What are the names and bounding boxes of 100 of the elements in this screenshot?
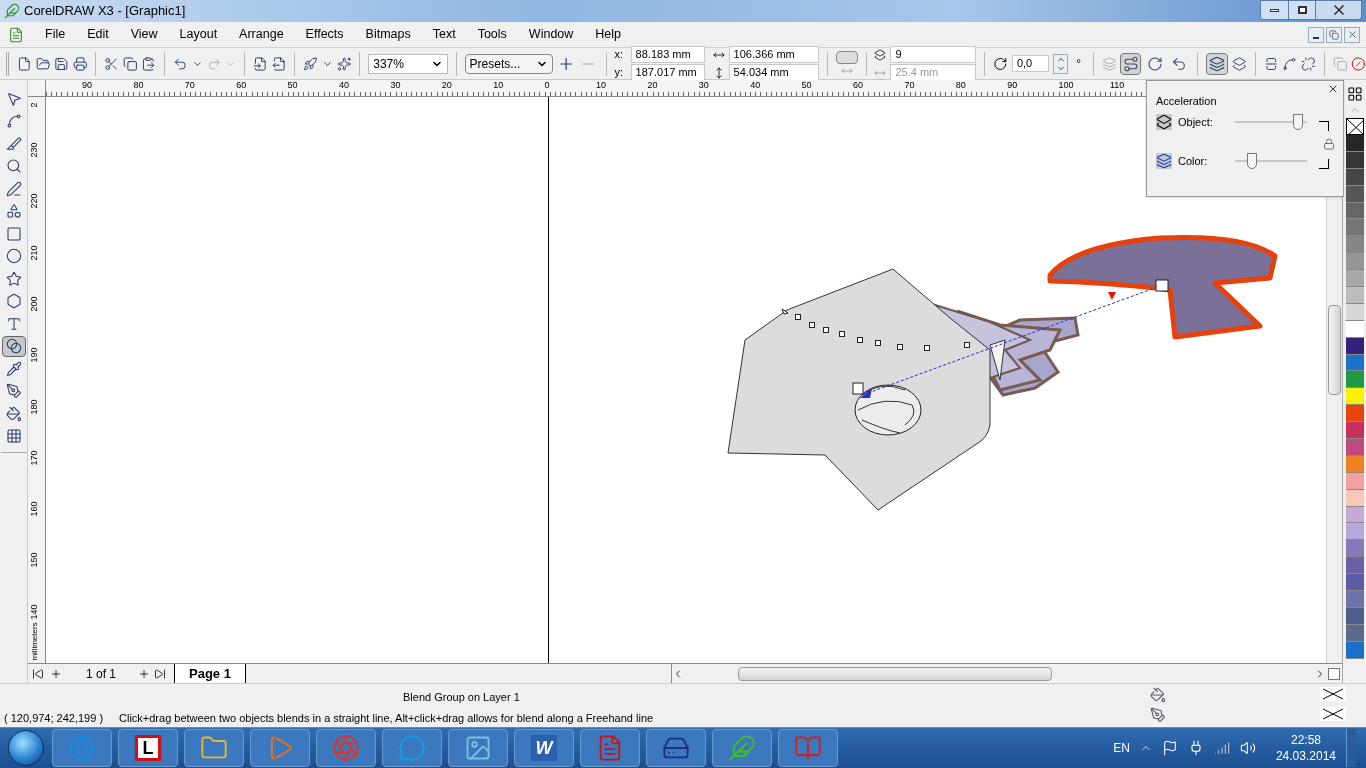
last-page-icon[interactable] [154, 667, 167, 680]
menu-item[interactable]: View [121, 25, 167, 44]
tool-button[interactable] [1, 335, 26, 357]
menu-item[interactable]: Effects [296, 25, 353, 44]
ruler-label: 90 [82, 80, 92, 91]
menu-item[interactable]: Layout [170, 25, 227, 44]
zoom-dropdown[interactable]: 337% [368, 53, 448, 74]
ruler-label: 80 [133, 80, 144, 91]
paste-icon[interactable] [141, 55, 157, 72]
ruler-label: 100 [1058, 80, 1074, 91]
color-swatch[interactable] [1345, 388, 1364, 406]
color-swatch[interactable] [1345, 591, 1364, 608]
ruler-label: 140 [29, 604, 39, 620]
color-swatch[interactable] [1345, 557, 1364, 575]
steps-icon [874, 48, 887, 61]
print-icon[interactable] [72, 55, 88, 72]
steps-mode-button[interactable] [835, 50, 858, 64]
taskbar-app[interactable]: W [514, 729, 574, 767]
presets-dropdown[interactable]: Presets... [464, 53, 554, 74]
import-icon[interactable] [253, 55, 268, 72]
save-icon[interactable] [54, 55, 69, 72]
no-color-swatch[interactable] [1345, 118, 1364, 135]
ruler-label: 70 [904, 80, 915, 91]
slider-track[interactable] [1235, 114, 1307, 131]
color-swatch[interactable] [1345, 253, 1364, 271]
slider-thumb[interactable] [1292, 114, 1303, 131]
ruler-origin-corner[interactable] [28, 80, 46, 97]
color-swatch[interactable] [1345, 439, 1364, 456]
ruler-label: 70 [184, 80, 195, 91]
rotation-field[interactable]: 0,0 [1011, 55, 1050, 72]
rocket-icon[interactable] [303, 55, 318, 72]
palette-menu-icon[interactable] [1346, 86, 1363, 102]
scroll-thumb[interactable] [1328, 305, 1341, 395]
color-swatch[interactable] [1345, 270, 1364, 287]
counterclockwise-blend-icon [1171, 55, 1188, 72]
blend-direction-button[interactable] [1120, 52, 1141, 75]
menu-item[interactable]: Window [519, 25, 583, 44]
color-swatch[interactable] [1345, 219, 1364, 237]
spin-button[interactable] [1053, 53, 1069, 74]
menu-item[interactable]: Arrange [230, 25, 293, 44]
path-properties-icon[interactable] [1282, 55, 1297, 72]
add-page-icon[interactable] [50, 667, 62, 680]
sparkle-icon[interactable] [336, 55, 352, 72]
export-icon[interactable] [271, 55, 287, 72]
clear-blend-icon[interactable] [1351, 55, 1366, 72]
action-center-icon[interactable] [1161, 740, 1178, 756]
taskbar-app[interactable] [646, 729, 706, 767]
color-swatch[interactable] [1345, 574, 1364, 592]
direct-blend-icon [1122, 55, 1139, 72]
taskbar-app[interactable] [580, 729, 640, 767]
close-icon[interactable] [1327, 83, 1339, 95]
language-indicator[interactable]: EN [1113, 739, 1130, 757]
clock[interactable]: 22:58 24.03.2014 [1275, 732, 1336, 764]
close-button[interactable] [1344, 26, 1360, 43]
page-tab[interactable]: Page 1 [174, 664, 246, 683]
volume-icon[interactable] [1239, 740, 1256, 756]
books-icon [794, 734, 822, 762]
start-end-icon[interactable] [1263, 55, 1279, 72]
menu-item[interactable]: Help [586, 25, 631, 44]
slider-thumb[interactable] [1247, 153, 1258, 170]
x-position-field[interactable]: 88.183 mm [630, 46, 705, 63]
freehand-icon [5, 180, 22, 197]
width-field[interactable]: 106.366 mm [728, 46, 819, 63]
open-icon[interactable] [35, 55, 51, 72]
color-swatch[interactable] [1345, 540, 1364, 558]
steps-field[interactable]: 9 [890, 46, 977, 63]
scroll-thumb[interactable] [738, 666, 1052, 681]
color-swatch[interactable] [1345, 287, 1364, 304]
lock-icon[interactable] [1323, 138, 1335, 150]
menu-item[interactable]: Text [423, 25, 465, 44]
color-swatch[interactable] [1345, 523, 1364, 541]
color-swatch[interactable] [1345, 236, 1364, 254]
add-page-icon[interactable] [138, 667, 151, 680]
color-swatch[interactable] [1345, 405, 1364, 423]
minimize-button[interactable] [1261, 1, 1288, 19]
start-button[interactable] [8, 730, 44, 766]
undo-icon[interactable] [173, 55, 188, 72]
menu-item[interactable]: Bitmaps [356, 25, 420, 44]
ruler-label: 0 [544, 80, 550, 91]
color-swatch[interactable] [1345, 422, 1364, 440]
object-acceleration-button[interactable] [1206, 52, 1229, 75]
panel-title: Acceleration [1156, 94, 1217, 109]
maximize-button[interactable] [1288, 1, 1315, 19]
minimize-button[interactable] [1308, 26, 1324, 43]
new-document-icon[interactable] [16, 55, 32, 72]
taskbar-app[interactable] [184, 729, 244, 767]
menu-item[interactable]: Edit [78, 25, 118, 44]
show-desktop-button[interactable] [1346, 729, 1356, 767]
object-order-icon[interactable] [1232, 55, 1247, 72]
first-page-icon[interactable] [32, 667, 44, 680]
cut-icon[interactable] [104, 55, 119, 72]
network-signal-icon[interactable] [1213, 740, 1230, 756]
slider-track[interactable] [1235, 153, 1307, 170]
color-swatch[interactable] [1345, 371, 1364, 389]
menu-item[interactable]: File [36, 25, 75, 44]
menu-item[interactable]: Tools [468, 25, 516, 44]
copy-icon[interactable] [122, 55, 138, 72]
drawing-canvas[interactable] [46, 97, 1326, 663]
color-swatch[interactable] [1345, 135, 1364, 152]
taskbar-app[interactable]: L [118, 729, 178, 767]
